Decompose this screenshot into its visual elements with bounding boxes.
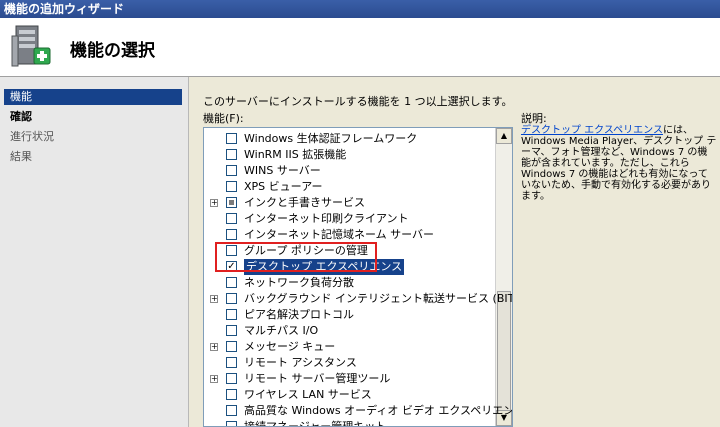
feature-label: ネットワーク負荷分散: [244, 276, 354, 289]
feature-label: WINS サーバー: [244, 164, 321, 177]
wizard-nav: 機能 確認 進行状況 結果: [0, 77, 189, 427]
wizard-header: 機能の選択: [0, 18, 720, 77]
nav-item-confirm[interactable]: 確認: [4, 109, 32, 125]
feature-label: インクと手書きサービス: [244, 196, 365, 209]
feature-checkbox[interactable]: [226, 325, 237, 336]
vertical-scrollbar[interactable]: ▲ ▼: [495, 128, 512, 426]
feature-checkbox[interactable]: [226, 389, 237, 400]
feature-checkbox[interactable]: [226, 421, 237, 426]
feature-checkbox[interactable]: [226, 229, 237, 240]
feature-label: リモート サーバー管理ツール: [244, 372, 391, 385]
features-list[interactable]: ▲ ▼ Windows 生体認証フレームワーク WinRM IIS 拡張機能 WIN…: [203, 127, 513, 427]
nav-item-results: 結果: [10, 150, 32, 163]
instruction-text: このサーバーにインストールする機能を 1 つ以上選択します。: [203, 95, 513, 108]
server-add-icon: [11, 25, 51, 67]
expand-icon[interactable]: +: [210, 199, 218, 207]
feature-label: 高品質な Windows オーディオ ビデオ エクスペリエンス: [244, 404, 513, 417]
description-title: 説明:: [521, 112, 547, 125]
scroll-up-button[interactable]: ▲: [496, 128, 512, 144]
feature-label: バックグラウンド インテリジェント転送サービス (BITS): [244, 292, 513, 305]
feature-checkbox[interactable]: [226, 133, 237, 144]
expand-icon[interactable]: +: [210, 375, 218, 383]
feature-checkbox[interactable]: [226, 277, 237, 288]
feature-checkbox[interactable]: [226, 197, 237, 208]
feature-label: インターネット印刷クライアント: [244, 212, 409, 225]
description-text: には、Windows Media Player、デスクトップ テーマ、フォト管理…: [521, 125, 717, 202]
description-link[interactable]: デスクトップ エクスペリエンス: [521, 125, 663, 136]
feature-checkbox[interactable]: [226, 165, 237, 176]
feature-checkbox[interactable]: [226, 293, 237, 304]
expand-icon[interactable]: +: [210, 343, 218, 351]
feature-label: インターネット記憶域ネーム サーバー: [244, 228, 435, 241]
feature-label: ワイヤレス LAN サービス: [244, 388, 372, 401]
feature-checkbox[interactable]: [226, 341, 237, 352]
scroll-thumb[interactable]: [497, 291, 511, 411]
feature-label: マルチパス I/O: [244, 324, 319, 337]
feature-checkbox[interactable]: [226, 373, 237, 384]
feature-label: Windows 生体認証フレームワーク: [244, 132, 418, 145]
page-title: 機能の選択: [70, 41, 155, 61]
feature-label: XPS ビューアー: [244, 180, 323, 193]
expand-icon[interactable]: +: [210, 295, 218, 303]
feature-checkbox[interactable]: [226, 181, 237, 192]
window-title: 機能の追加ウィザード: [4, 2, 125, 16]
nav-item-features[interactable]: 機能: [4, 89, 182, 105]
feature-label: 接続マネージャー管理キット: [244, 420, 387, 427]
feature-label: WinRM IIS 拡張機能: [244, 148, 347, 161]
description-panel: デスクトップ エクスペリエンスには、Windows Media Player、デ…: [521, 125, 717, 202]
feature-checkbox[interactable]: [226, 357, 237, 368]
annotation-highlight-box: [215, 242, 377, 272]
feature-checkbox[interactable]: [226, 149, 237, 160]
feature-label: ピア名解決プロトコル: [244, 308, 354, 321]
features-label: 機能(F):: [203, 112, 244, 125]
feature-checkbox[interactable]: [226, 405, 237, 416]
feature-checkbox[interactable]: [226, 309, 237, 320]
window-title-bar[interactable]: 機能の追加ウィザード: [0, 0, 720, 18]
feature-label: リモート アシスタンス: [244, 356, 357, 369]
feature-checkbox[interactable]: [226, 213, 237, 224]
nav-item-progress: 進行状況: [10, 130, 54, 143]
feature-label: メッセージ キュー: [244, 340, 336, 353]
